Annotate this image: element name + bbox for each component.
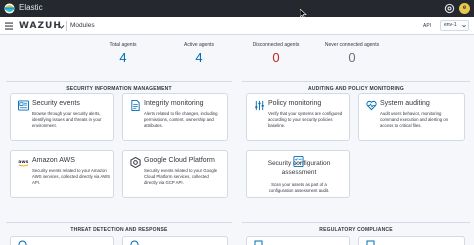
chevron-down-icon[interactable] <box>58 23 65 30</box>
section-divider <box>6 222 232 223</box>
card-description: Audit users behavior, monitoring command… <box>380 111 449 129</box>
section-title: SECURITY INFORMATION MANAGEMENT <box>62 86 176 92</box>
stat-value: 0 <box>348 50 356 65</box>
api-select[interactable]: env-1 <box>440 20 469 31</box>
top-bar: Elastic e <box>0 0 474 17</box>
stat-label: Disconnected agents <box>252 42 300 48</box>
card-system-auditing[interactable]: System auditing Audit users behavior, mo… <box>358 93 465 141</box>
threat-icon <box>18 240 27 245</box>
section-title: THREAT DETECTION AND RESPONSE <box>66 227 172 233</box>
card-description: Scan your assets as part of a configurat… <box>268 182 330 194</box>
app-title: Elastic <box>19 3 43 12</box>
card-description: Security events related to your Amazon A… <box>32 168 111 186</box>
help-menu-icon[interactable] <box>444 3 455 14</box>
document-icon <box>131 100 140 111</box>
card-integrity-monitoring[interactable]: Integrity monitoring Alerts related to f… <box>122 93 228 141</box>
google-cloud-icon <box>130 157 141 168</box>
card-amazon-aws[interactable]: aws Amazon AWS Security events related t… <box>10 150 114 198</box>
section-divider <box>6 81 232 82</box>
breadcrumb-divider <box>66 21 67 31</box>
aws-icon: aws <box>18 160 29 167</box>
card-security-events[interactable]: Security events Browse through your secu… <box>10 93 114 141</box>
section-auditing-policy-monitoring: AUDITING AND POLICY MONITORING <box>242 77 470 92</box>
card-title: Amazon AWS <box>32 157 75 164</box>
stat-value: 0 <box>272 50 280 65</box>
svg-text:aws: aws <box>18 160 28 165</box>
chevron-down-icon <box>462 24 466 28</box>
card-title: Integrity monitoring <box>144 100 204 107</box>
stat-value: 4 <box>119 50 127 65</box>
section-divider <box>242 81 470 82</box>
wazuh-logo[interactable]: WAZUH <box>19 21 62 31</box>
section-title: AUDITING AND POLICY MONITORING <box>304 86 408 92</box>
section-security-information-management: SECURITY INFORMATION MANAGEMENT <box>6 77 232 92</box>
card-threat-2[interactable] <box>122 236 228 245</box>
card-compliance-1[interactable] <box>246 236 350 245</box>
app-header: WAZUH Modules API env-1 <box>0 17 474 35</box>
card-policy-monitoring[interactable]: Policy monitoring Verify that your syste… <box>246 93 350 141</box>
card-description: Security events related to your Google C… <box>144 168 218 186</box>
sliders-icon <box>255 100 264 111</box>
stat-total-agents[interactable]: Total agents 4 <box>88 42 158 65</box>
stat-label: Active agents <box>183 42 215 48</box>
card-description: Alerts related to file changes, includin… <box>144 111 218 129</box>
section-regulatory-compliance: REGULATORY COMPLIANCE <box>242 218 470 233</box>
card-security-configuration-assessment[interactable]: Security configuration assessment Scan y… <box>246 150 350 198</box>
threat-icon <box>130 240 139 245</box>
stat-never-connected-agents[interactable]: Never connected agents 0 <box>317 42 387 65</box>
card-title: System auditing <box>380 100 430 107</box>
heartbeat-icon <box>366 100 377 111</box>
agents-summary: Total agents 4 Active agents 4 Disconnec… <box>0 42 474 72</box>
stat-value: 4 <box>195 50 203 65</box>
section-divider <box>242 222 470 223</box>
section-threat-detection-response: THREAT DETECTION AND RESPONSE <box>6 218 232 233</box>
card-title: Security events <box>32 100 80 107</box>
api-label: API <box>423 23 432 29</box>
card-title: Security configuration assessment <box>267 160 331 176</box>
card-title: Google Cloud Platform <box>144 157 215 164</box>
card-compliance-2[interactable] <box>358 236 465 245</box>
card-description: Verify that your systems are configured … <box>268 111 343 129</box>
elastic-logo-icon[interactable] <box>4 3 15 14</box>
menu-icon[interactable] <box>5 22 13 30</box>
stat-disconnected-agents[interactable]: Disconnected agents 0 <box>241 42 311 65</box>
api-select-value: env-1 <box>444 22 457 28</box>
section-title: REGULATORY COMPLIANCE <box>315 227 397 233</box>
stat-label: Total agents <box>109 42 137 48</box>
stat-active-agents[interactable]: Active agents 4 <box>164 42 234 65</box>
breadcrumb-modules[interactable]: Modules <box>70 22 95 29</box>
card-description: Browse through your security alerts, ide… <box>32 111 102 129</box>
card-google-cloud-platform[interactable]: Google Cloud Platform Security events re… <box>122 150 228 198</box>
card-threat-1[interactable] <box>10 236 114 245</box>
compliance-icon <box>254 240 263 245</box>
stat-label: Never connected agents <box>324 42 380 48</box>
card-title: Policy monitoring <box>268 100 322 107</box>
compliance-icon <box>366 240 375 245</box>
user-avatar[interactable]: e <box>459 3 470 14</box>
security-events-icon <box>18 100 29 111</box>
